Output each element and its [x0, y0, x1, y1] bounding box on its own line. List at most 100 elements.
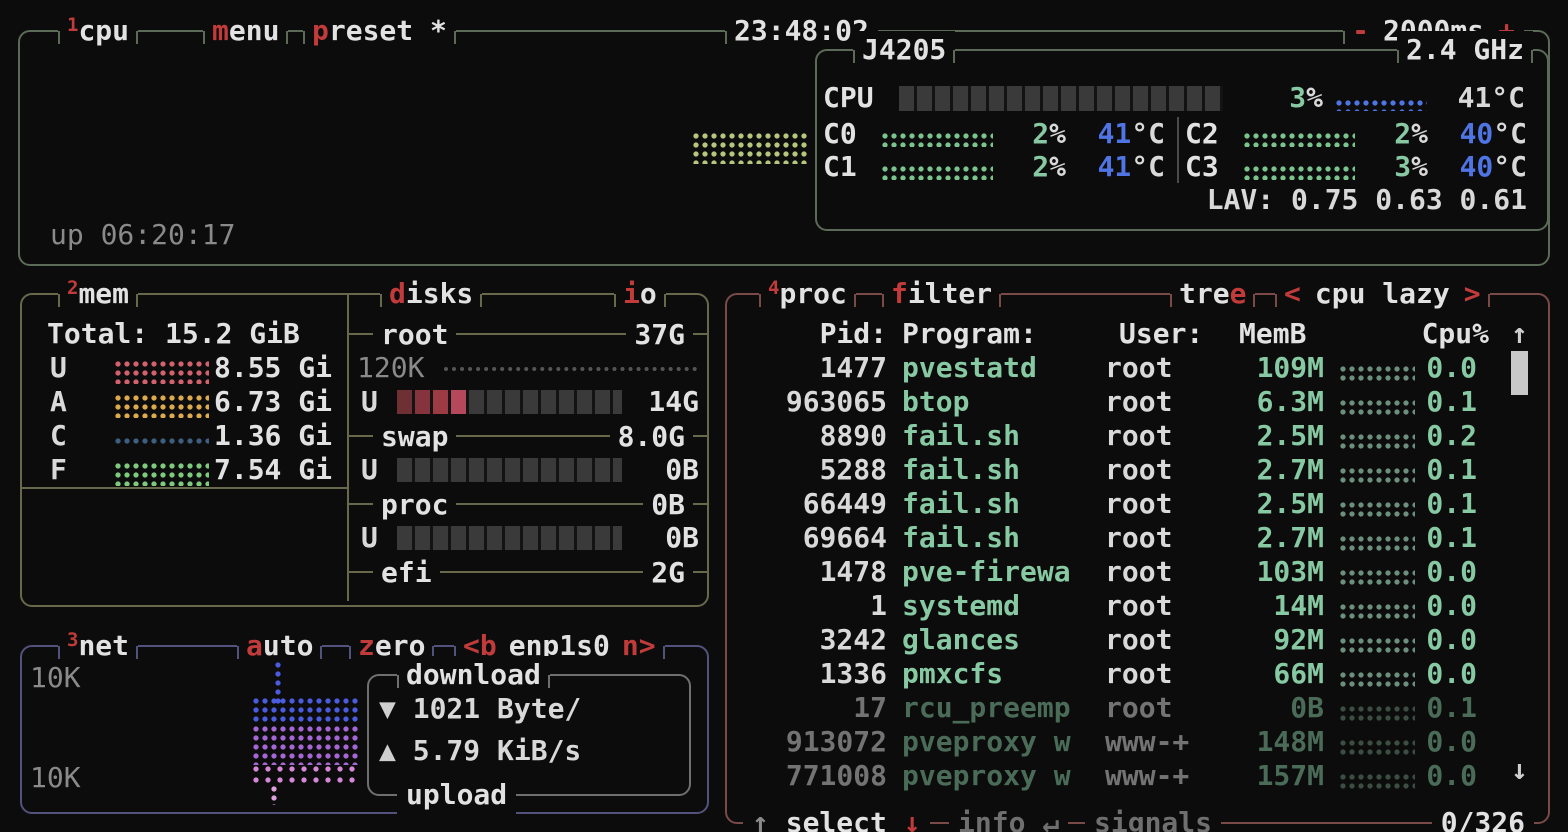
process-pid: 913072: [739, 725, 887, 758]
cpu-detail-panel: J4205 2.4 GHz CPU 3% 41°C C0 2% 41°C C1: [815, 49, 1549, 231]
sort-next-button[interactable]: >: [1464, 277, 1481, 310]
scroll-down-icon: ↓: [1511, 753, 1528, 786]
cpu-total-row: CPU 3% 41°C: [823, 81, 1539, 114]
process-row[interactable]: 771008 pveproxy w www-+ 157M 0.0: [739, 759, 1509, 793]
process-row[interactable]: 69664 fail.sh root 2.7M 0.1: [739, 521, 1509, 555]
net-box-title[interactable]: 3net: [58, 627, 138, 665]
process-row[interactable]: 3242 glances root 92M 0.0: [739, 623, 1509, 657]
upload-speed: ▲ 5.79 KiB/s: [379, 734, 581, 767]
process-name: fail.sh: [902, 419, 1020, 452]
proc-hotkey: 4: [768, 277, 779, 299]
process-name: pve-firewa: [902, 555, 1071, 588]
mem-row-value: 6.73 Gi: [112, 385, 332, 418]
cpu-box: 1cpu menu preset * 23:48:02 -2000ms+ up …: [18, 30, 1550, 266]
process-row[interactable]: 66449 fail.sh root 2.5M 0.1: [739, 487, 1509, 521]
mem-title-label: mem: [78, 277, 129, 310]
select-down-icon: ↓: [904, 806, 921, 832]
process-row[interactable]: 1336 pmxcfs root 66M 0.0: [739, 657, 1509, 691]
col-header-program[interactable]: Program:: [902, 317, 1037, 350]
signals-button[interactable]: signals: [1085, 804, 1221, 832]
core-row-c2: C2 2% 40°C: [1185, 117, 1537, 150]
auto-label: uto: [263, 629, 314, 662]
core-temp: 41°C: [1017, 117, 1165, 150]
download-speed: ▼ 1021 Byte/: [379, 692, 581, 725]
mem-row-label: A: [50, 385, 67, 418]
core-label: C2: [1185, 117, 1219, 150]
process-row[interactable]: 1478 pve-firewa root 103M 0.0: [739, 555, 1509, 589]
process-row[interactable]: 17 rcu_preemp root 0B 0.1: [739, 691, 1509, 725]
disk-proc-header: proc 0B: [349, 487, 709, 521]
disk-name: proc: [373, 488, 456, 521]
net-upload-band: [252, 725, 360, 765]
process-pid: 1: [739, 589, 887, 622]
process-row[interactable]: 8890 fail.sh root 2.5M 0.2: [739, 419, 1509, 453]
proc-box-title[interactable]: 4proc: [759, 275, 856, 313]
process-name: fail.sh: [902, 453, 1020, 486]
disk-size: 2G: [643, 556, 693, 589]
tree-hotkey: e: [1230, 277, 1247, 310]
process-name: glances: [902, 623, 1020, 656]
col-header-mem[interactable]: MemB: [1239, 317, 1306, 350]
select-button[interactable]: ↑ select ↓: [743, 804, 930, 832]
net-auto-button[interactable]: auto: [237, 627, 322, 665]
auto-hotkey: a: [246, 629, 263, 662]
menu-button[interactable]: menu: [203, 12, 288, 50]
process-user: root: [1105, 487, 1172, 520]
cpu-title-label: cpu: [78, 14, 129, 47]
process-name: fail.sh: [902, 487, 1020, 520]
process-cpu: 0.0: [1329, 657, 1477, 690]
net-scale-top: 10K: [30, 661, 81, 694]
mem-row: C 1.36 Gi: [22, 419, 347, 453]
process-pid: 1477: [739, 351, 887, 384]
preset-hotkey: p: [312, 14, 329, 47]
net-hotkey: 3: [67, 629, 78, 651]
process-name: btop: [902, 385, 969, 418]
scroll-up-icon: ↑: [1511, 317, 1528, 350]
mem-box-title[interactable]: 2mem: [58, 275, 138, 313]
cpu-hotkey: 1: [67, 14, 78, 36]
enter-key-icon: ↵: [1042, 806, 1059, 832]
col-header-cpu[interactable]: Cpu%: [1339, 317, 1489, 350]
cpu-box-title[interactable]: 1cpu: [58, 12, 138, 50]
process-pid: 8890: [739, 419, 887, 452]
menu-hotkey: m: [212, 14, 229, 47]
process-row[interactable]: 913072 pveproxy w www-+ 148M 0.0: [739, 725, 1509, 759]
disk-efi-header: efi2G: [349, 555, 709, 589]
sort-prev-button[interactable]: <: [1284, 277, 1301, 310]
col-header-user[interactable]: User:: [1119, 317, 1203, 350]
preset-label: reset *: [329, 14, 447, 47]
core-row-c1: C1 2% 41°C: [823, 150, 1175, 183]
core-label: C3: [1185, 150, 1219, 183]
interval-decrease-button[interactable]: -: [1352, 14, 1369, 47]
iface-next-button[interactable]: n>: [622, 629, 656, 662]
process-pid: 69664: [739, 521, 887, 554]
disk-size: 0B: [643, 488, 693, 521]
col-header-pid[interactable]: Pid:: [739, 317, 887, 350]
process-row[interactable]: 1477 pvestatd root 109M 0.0: [739, 351, 1509, 385]
process-row[interactable]: 5288 fail.sh root 2.7M 0.1: [739, 453, 1509, 487]
upload-label: upload: [397, 776, 516, 814]
download-label: download: [397, 656, 550, 694]
menu-label: enu: [229, 14, 280, 47]
mem-total: Total: 15.2 GiB: [47, 317, 300, 350]
filter-hotkey: f: [891, 277, 908, 310]
core-temp: 40°C: [1379, 117, 1527, 150]
sort-value: cpu lazy: [1315, 277, 1450, 310]
process-pid: 17: [739, 691, 887, 724]
process-cpu: 0.1: [1329, 521, 1477, 554]
process-name: systemd: [902, 589, 1020, 622]
process-row[interactable]: 1 systemd root 14M 0.0: [739, 589, 1509, 623]
disk-swap-header: swap8.0G: [349, 419, 709, 453]
preset-button[interactable]: preset *: [303, 12, 456, 50]
cpu-total-meter: [899, 86, 1223, 111]
disk-used-value: 14G: [589, 385, 699, 418]
process-row[interactable]: 963065 btop root 6.3M 0.1: [739, 385, 1509, 419]
cpu-frequency: 2.4 GHz: [1397, 31, 1533, 69]
mem-row: A 6.73 Gi: [22, 385, 347, 419]
filter-button[interactable]: filter: [882, 275, 1001, 313]
zero-hotkey: z: [358, 629, 375, 662]
info-button[interactable]: info ↵: [949, 804, 1068, 832]
proc-scrollbar[interactable]: [1511, 351, 1528, 395]
disk-used-label: U: [361, 385, 378, 418]
tree-button[interactable]: tree: [1170, 275, 1255, 313]
